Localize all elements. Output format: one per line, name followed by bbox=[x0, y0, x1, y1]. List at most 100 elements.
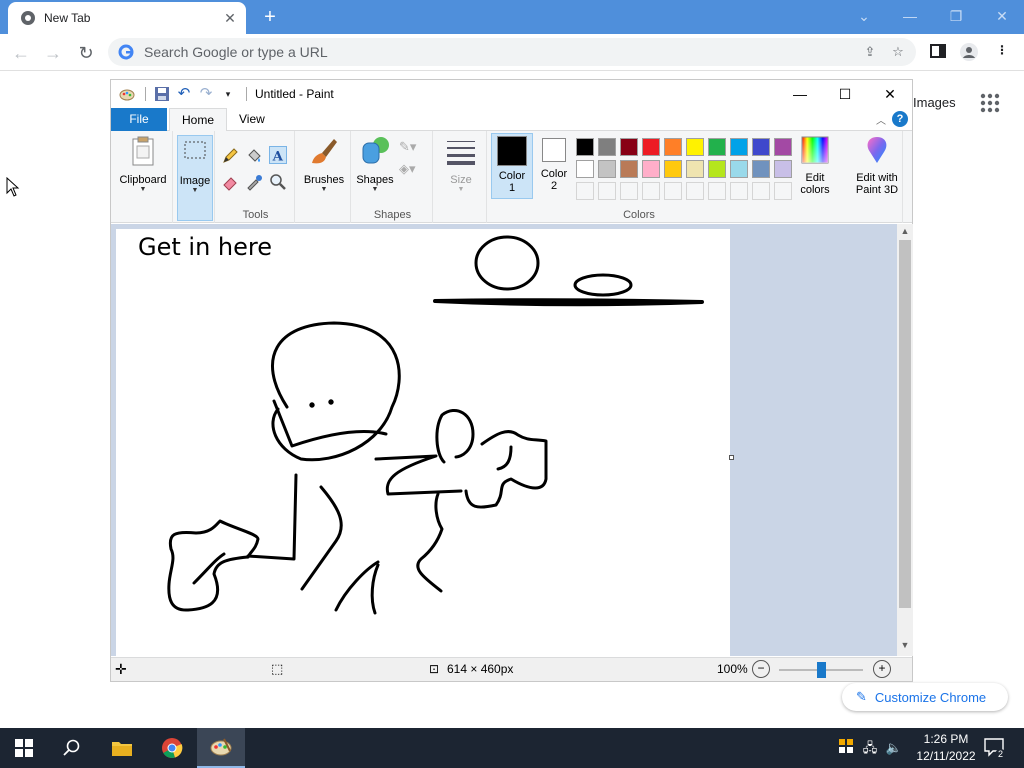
custom-color-slot[interactable] bbox=[752, 182, 770, 200]
color1-button[interactable]: Color 1 bbox=[491, 133, 533, 199]
custom-color-slot[interactable] bbox=[686, 182, 704, 200]
taskbar-file-explorer[interactable] bbox=[98, 728, 146, 768]
palette-swatch[interactable] bbox=[576, 160, 594, 178]
restore-button[interactable]: ❐ bbox=[944, 6, 968, 26]
tab-close-icon[interactable]: ✕ bbox=[222, 10, 238, 26]
network-icon[interactable]: 🖧 bbox=[860, 738, 880, 758]
palette-swatch[interactable] bbox=[730, 138, 748, 156]
profile-avatar-icon[interactable] bbox=[959, 43, 979, 63]
tab-home[interactable]: Home bbox=[169, 108, 228, 132]
pencil-tool-icon[interactable] bbox=[221, 147, 239, 165]
color2-button[interactable]: Color 2 bbox=[535, 133, 573, 192]
magnifier-icon[interactable] bbox=[269, 173, 287, 191]
palette-swatch[interactable] bbox=[686, 160, 704, 178]
tab-view[interactable]: View bbox=[227, 108, 277, 131]
chrome-menu-icon[interactable]: ⋮ bbox=[992, 43, 1012, 63]
zoom-out-button[interactable]: − bbox=[752, 660, 770, 678]
palette-swatch[interactable] bbox=[620, 160, 638, 178]
palette-swatch[interactable] bbox=[664, 160, 682, 178]
fill-bucket-icon[interactable] bbox=[245, 147, 263, 165]
shapes-button[interactable]: Shapes ▼ bbox=[353, 135, 397, 193]
zoom-in-button[interactable]: + bbox=[873, 660, 891, 678]
system-clock[interactable]: 1:26 PM 12/11/2022 bbox=[916, 731, 976, 765]
undo-icon[interactable]: ↶ bbox=[176, 86, 192, 102]
custom-color-slot[interactable] bbox=[576, 182, 594, 200]
size-button[interactable]: Size ▼ bbox=[439, 135, 483, 193]
paint-minimize-button[interactable]: — bbox=[785, 84, 815, 104]
minimize-button[interactable]: — bbox=[898, 6, 922, 26]
save-icon[interactable] bbox=[154, 86, 170, 102]
paint-maximize-button[interactable]: ☐ bbox=[830, 84, 860, 104]
custom-color-slot[interactable] bbox=[708, 182, 726, 200]
address-bar[interactable]: Search Google or type a URL ⇪ ☆ bbox=[108, 38, 916, 66]
customize-quick-access-icon[interactable]: ▾ bbox=[220, 86, 236, 102]
vertical-scrollbar[interactable]: ▲ ▼ bbox=[897, 224, 913, 656]
text-tool-icon[interactable]: A bbox=[269, 146, 287, 164]
reload-button[interactable]: ↻ bbox=[75, 42, 97, 64]
bookmark-star-icon[interactable]: ☆ bbox=[888, 42, 908, 62]
custom-color-slot[interactable] bbox=[620, 182, 638, 200]
color-picker-icon[interactable] bbox=[245, 173, 263, 191]
palette-swatch[interactable] bbox=[686, 138, 704, 156]
palette-swatch[interactable] bbox=[730, 160, 748, 178]
canvas-resize-handle[interactable] bbox=[729, 455, 734, 460]
drawing-canvas[interactable]: Get in here bbox=[116, 229, 730, 656]
tools-group-label: Tools bbox=[242, 209, 269, 221]
outline-icon[interactable]: ✎▾ bbox=[399, 139, 417, 157]
palette-swatch[interactable] bbox=[708, 160, 726, 178]
brushes-button[interactable]: Brushes ▼ bbox=[299, 135, 349, 193]
image-button[interactable]: Image ▼ bbox=[177, 135, 213, 221]
taskbar-chrome[interactable] bbox=[148, 728, 196, 768]
new-tab-button[interactable]: + bbox=[258, 6, 282, 28]
palette-swatch[interactable] bbox=[598, 138, 616, 156]
palette-swatch[interactable] bbox=[598, 160, 616, 178]
customize-chrome-button[interactable]: ✎ Customize Chrome bbox=[842, 683, 1008, 711]
paint-close-button[interactable]: ✕ bbox=[875, 84, 905, 104]
scroll-down-icon[interactable]: ▼ bbox=[897, 640, 913, 654]
palette-swatch[interactable] bbox=[576, 138, 594, 156]
palette-swatch[interactable] bbox=[708, 138, 726, 156]
palette-swatch[interactable] bbox=[642, 138, 660, 156]
forward-button[interactable]: → bbox=[42, 42, 64, 64]
eraser-icon[interactable] bbox=[221, 173, 239, 191]
custom-color-slot[interactable] bbox=[774, 182, 792, 200]
palette-swatch[interactable] bbox=[752, 160, 770, 178]
color1-label: Color bbox=[498, 170, 526, 182]
palette-swatch[interactable] bbox=[774, 160, 792, 178]
custom-color-slot[interactable] bbox=[664, 182, 682, 200]
paint-app-icon[interactable] bbox=[119, 86, 135, 102]
edit-colors-button[interactable]: Edit colors bbox=[795, 135, 835, 196]
people-icon[interactable] bbox=[836, 738, 856, 758]
back-button[interactable]: ← bbox=[10, 42, 32, 64]
palette-swatch[interactable] bbox=[664, 138, 682, 156]
tab-file[interactable]: File bbox=[111, 108, 167, 131]
palette-swatch[interactable] bbox=[620, 138, 638, 156]
search-button[interactable] bbox=[48, 728, 96, 768]
edit-with-paint3d-button[interactable]: Edit with Paint 3D bbox=[847, 135, 907, 196]
palette-swatch[interactable] bbox=[642, 160, 660, 178]
scroll-up-icon[interactable]: ▲ bbox=[897, 226, 913, 240]
custom-color-slot[interactable] bbox=[598, 182, 616, 200]
clipboard-button[interactable]: Clipboard ▼ bbox=[115, 135, 171, 193]
custom-color-slot[interactable] bbox=[642, 182, 660, 200]
custom-color-slot[interactable] bbox=[730, 182, 748, 200]
help-icon[interactable]: ? bbox=[892, 111, 908, 127]
collapse-ribbon-icon[interactable]: ︿ bbox=[876, 112, 886, 127]
palette-swatch[interactable] bbox=[752, 138, 770, 156]
scroll-thumb[interactable] bbox=[899, 240, 911, 608]
zoom-slider-thumb[interactable] bbox=[817, 662, 826, 678]
share-icon[interactable]: ⇪ bbox=[860, 42, 880, 62]
start-button[interactable] bbox=[0, 728, 48, 768]
volume-icon[interactable]: 🔈 bbox=[884, 738, 904, 758]
side-panel-icon[interactable] bbox=[928, 43, 948, 63]
fill-icon[interactable]: ◈▾ bbox=[399, 161, 417, 179]
google-apps-icon[interactable] bbox=[980, 93, 1000, 113]
images-link[interactable]: Images bbox=[913, 95, 956, 110]
palette-swatch[interactable] bbox=[774, 138, 792, 156]
taskbar-paint[interactable] bbox=[197, 728, 245, 768]
tab-new-tab[interactable]: New Tab ✕ bbox=[8, 2, 246, 34]
redo-icon[interactable]: ↷ bbox=[198, 86, 214, 102]
action-center-icon[interactable]: 2 bbox=[982, 736, 1006, 760]
tab-search-icon[interactable]: ⌄ bbox=[852, 6, 876, 26]
close-window-button[interactable]: ✕ bbox=[990, 6, 1014, 26]
